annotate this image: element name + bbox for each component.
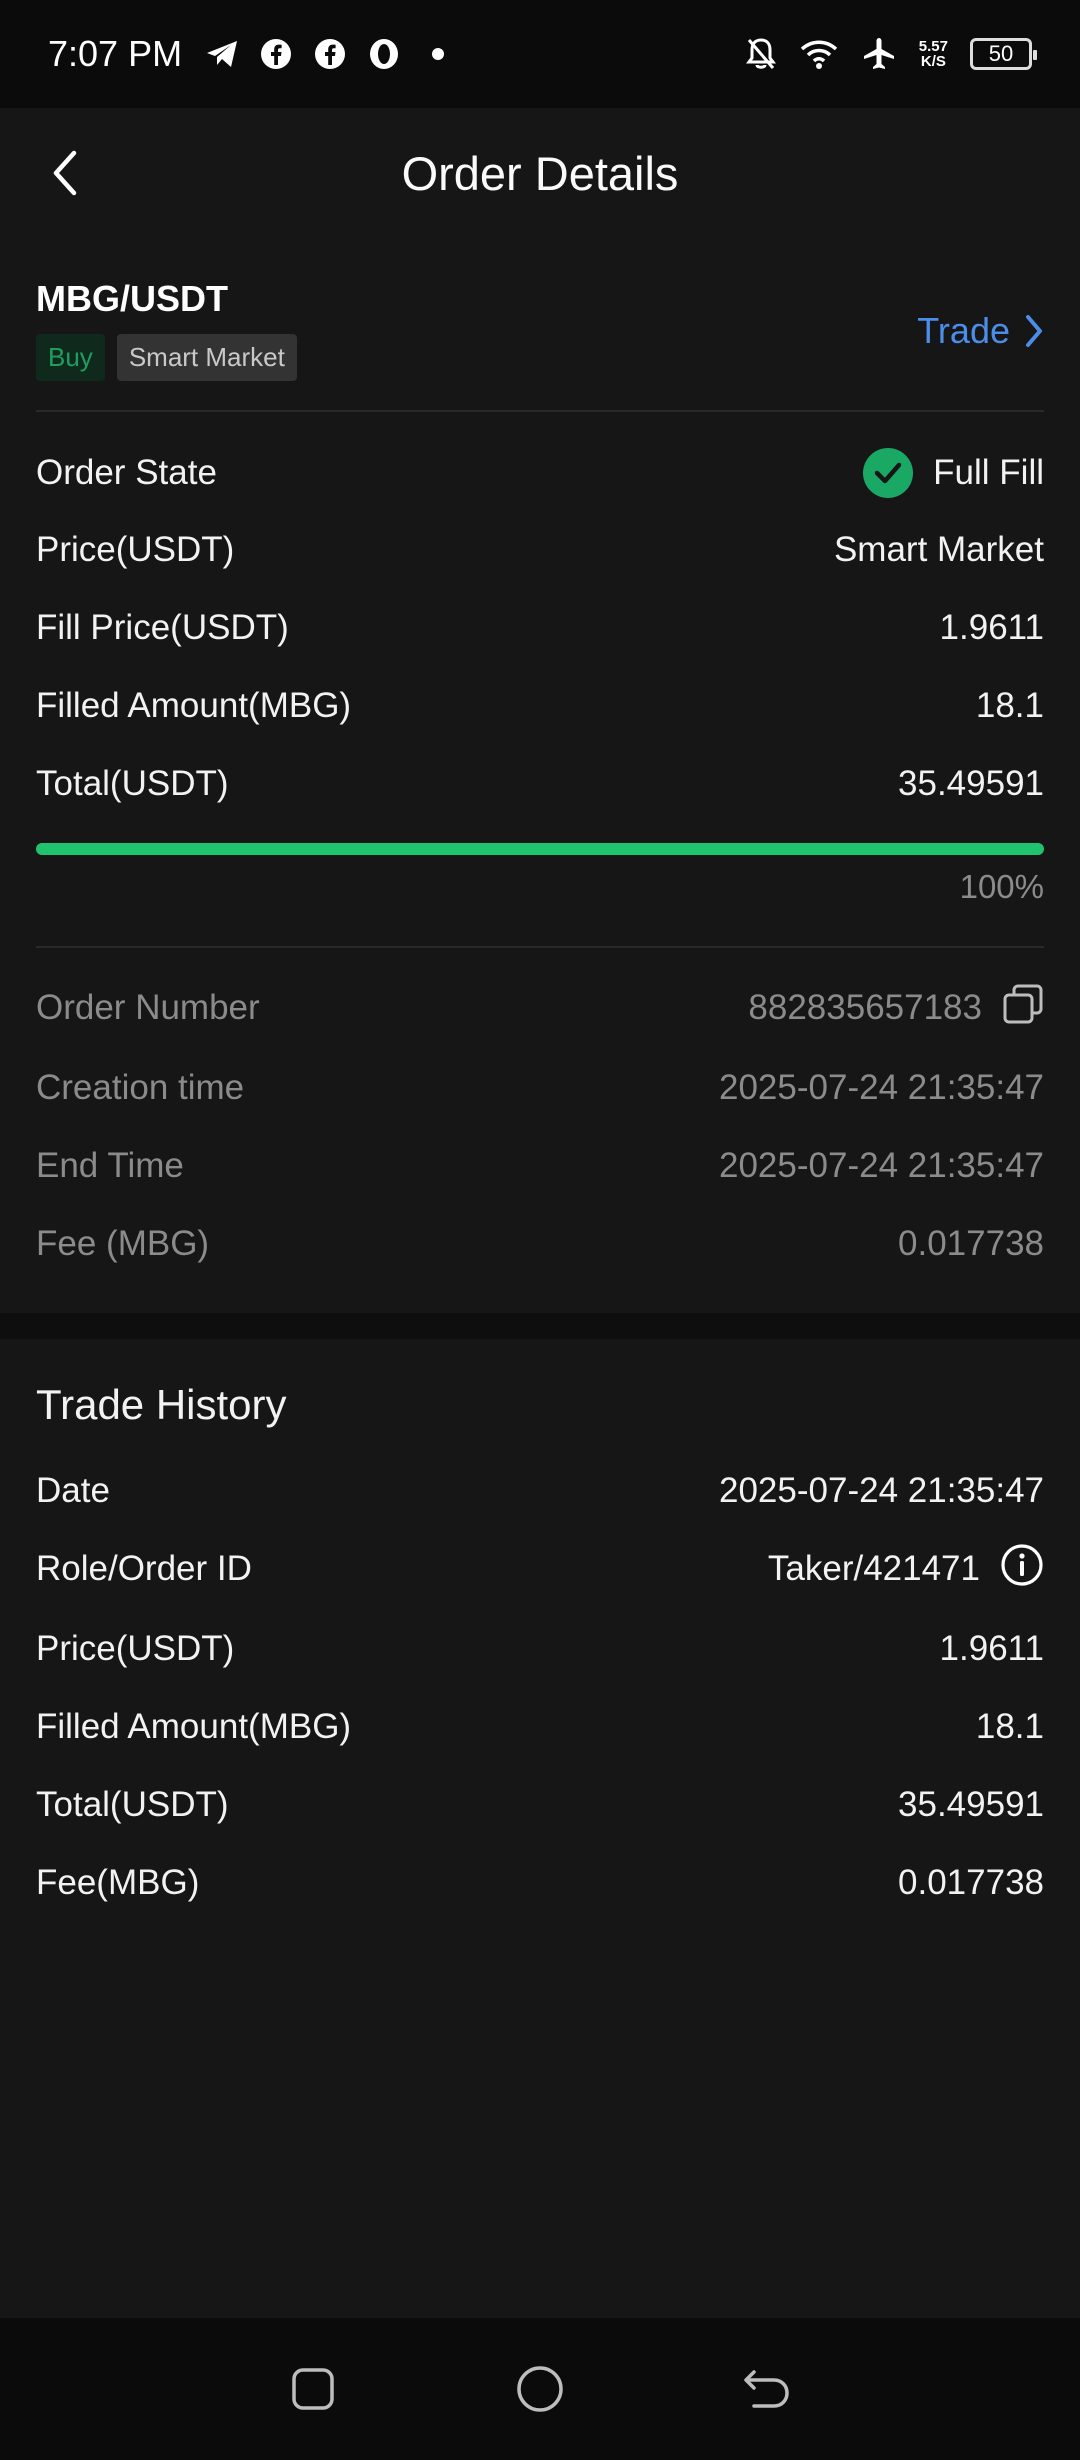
airplane-icon <box>861 36 897 72</box>
row-label: Creation time <box>36 1068 245 1107</box>
fill-progress-fill <box>36 843 1044 855</box>
row-value: 0.017738 <box>898 1224 1044 1263</box>
back-button[interactable] <box>40 148 90 198</box>
fill-progress-bar <box>36 843 1044 855</box>
row-value: 2025-07-24 21:35:47 <box>719 1068 1044 1107</box>
back-arrow-icon <box>743 2370 789 2408</box>
history-filled-amount-row: Filled Amount(MBG) 18.1 <box>36 1702 1044 1752</box>
trade-link-label: Trade <box>917 310 1010 351</box>
fill-progress-label: 100% <box>959 868 1044 905</box>
check-circle-icon <box>863 448 914 498</box>
system-status-icons: 5.57 K/S 50 <box>745 36 1037 72</box>
app-header: Order Details <box>0 108 1080 238</box>
row-label: Role/Order ID <box>36 1549 252 1588</box>
copy-icon <box>1003 984 1043 1023</box>
history-role-row: Role/Order ID Taker/421471 <box>36 1543 1044 1596</box>
row-value: 35.49591 <box>898 1785 1044 1824</box>
row-value: 2025-07-24 21:35:47 <box>719 1146 1044 1185</box>
telegram-icon <box>204 36 240 72</box>
facebook-icon <box>312 36 348 72</box>
status-time: 7:07 PM <box>48 33 183 74</box>
side-tag: Buy <box>36 334 105 381</box>
square-icon <box>292 2368 335 2410</box>
status-bar: 7:07 PM 5.57 K/S 50 <box>0 0 1080 108</box>
order-type-tag: Smart Market <box>116 334 297 381</box>
row-label: Price(USDT) <box>36 530 235 569</box>
divider <box>36 946 1044 948</box>
row-label: Date <box>36 1471 110 1510</box>
chevron-left-icon <box>53 150 77 196</box>
back-nav-button[interactable] <box>737 2359 797 2419</box>
role-order-id-value: Taker/421471 <box>767 1549 980 1588</box>
divider <box>36 410 1044 412</box>
page-title: Order Details <box>401 146 679 200</box>
wifi-icon <box>799 38 839 70</box>
row-label: Price(USDT) <box>36 1629 235 1668</box>
row-value: Smart Market <box>833 530 1044 569</box>
info-button[interactable] <box>1000 1543 1044 1596</box>
history-fee-row: Fee(MBG) 0.017738 <box>36 1858 1044 1908</box>
fill-price-row: Fill Price(USDT) 1.9611 <box>36 603 1044 653</box>
row-label: End Time <box>36 1146 184 1185</box>
row-label: Order State <box>36 453 217 492</box>
filled-amount-row: Filled Amount(MBG) 18.1 <box>36 681 1044 731</box>
net-speed-value: 5.57 <box>918 38 948 55</box>
row-label: Fee (MBG) <box>36 1224 210 1263</box>
order-number-row: Order Number 882835657183 <box>36 983 1044 1033</box>
creation-time-row: Creation time 2025-07-24 21:35:47 <box>36 1063 1044 1113</box>
history-price-row: Price(USDT) 1.9611 <box>36 1624 1044 1674</box>
history-total-row: Total(USDT) 35.49591 <box>36 1780 1044 1830</box>
trade-link[interactable]: Trade <box>917 310 1044 352</box>
total-row: Total(USDT) 35.49591 <box>36 759 1044 809</box>
row-value: 18.1 <box>975 1707 1044 1746</box>
pair-name: MBG/USDT <box>36 278 228 319</box>
circle-icon <box>517 2366 563 2412</box>
trade-history-card: Trade History Date 2025-07-24 21:35:47 R… <box>0 1339 1080 2318</box>
row-label: Total(USDT) <box>36 1785 229 1824</box>
row-value: 1.9611 <box>939 608 1044 647</box>
copy-button[interactable] <box>1002 983 1044 1034</box>
order-state-value: Full Fill <box>933 453 1044 492</box>
facebook-icon <box>258 36 294 72</box>
end-time-row: End Time 2025-07-24 21:35:47 <box>36 1141 1044 1191</box>
row-value: 882835657183 <box>748 983 1044 1034</box>
row-value: 2025-07-24 21:35:47 <box>719 1471 1044 1510</box>
row-label: Order Number <box>36 988 260 1027</box>
order-number-value: 882835657183 <box>748 988 982 1027</box>
battery-indicator: 50 <box>970 38 1037 70</box>
row-label: Filled Amount(MBG) <box>36 686 352 725</box>
order-state-row: Order State Full Fill <box>36 445 1044 501</box>
fee-row: Fee (MBG) 0.017738 <box>36 1219 1044 1269</box>
row-value: 0.017738 <box>898 1863 1044 1902</box>
system-nav-bar <box>0 2318 1080 2460</box>
row-value: 18.1 <box>975 686 1044 725</box>
row-value: Full Fill <box>863 448 1044 498</box>
row-label: Fill Price(USDT) <box>36 608 289 647</box>
info-icon <box>1001 1543 1043 1586</box>
row-value: 1.9611 <box>939 1629 1044 1668</box>
chevron-right-icon <box>1026 315 1042 347</box>
row-label: Filled Amount(MBG) <box>36 1707 352 1746</box>
opera-icon <box>366 36 402 72</box>
net-speed-unit: K/S <box>920 53 946 70</box>
price-row: Price(USDT) Smart Market <box>36 525 1044 575</box>
order-tags: Buy Smart Market <box>36 334 297 381</box>
section-title: Trade History <box>36 1381 287 1428</box>
row-value: 35.49591 <box>898 764 1044 803</box>
row-value: Taker/421471 <box>768 1543 1044 1596</box>
notification-icons <box>204 36 456 72</box>
row-label: Total(USDT) <box>36 764 229 803</box>
pair-block: MBG/USDT Buy Smart Market <box>36 278 297 381</box>
recent-apps-button[interactable] <box>283 2359 343 2419</box>
order-summary-card: MBG/USDT Buy Smart Market Trade Order St… <box>0 238 1080 1313</box>
section-divider <box>0 1313 1080 1339</box>
dot-icon <box>420 36 456 72</box>
mute-bell-icon <box>745 36 777 72</box>
network-speed: 5.57 K/S <box>919 39 948 69</box>
row-label: Fee(MBG) <box>36 1863 200 1902</box>
home-button[interactable] <box>510 2359 570 2419</box>
history-date-row: Date 2025-07-24 21:35:47 <box>36 1466 1044 1516</box>
